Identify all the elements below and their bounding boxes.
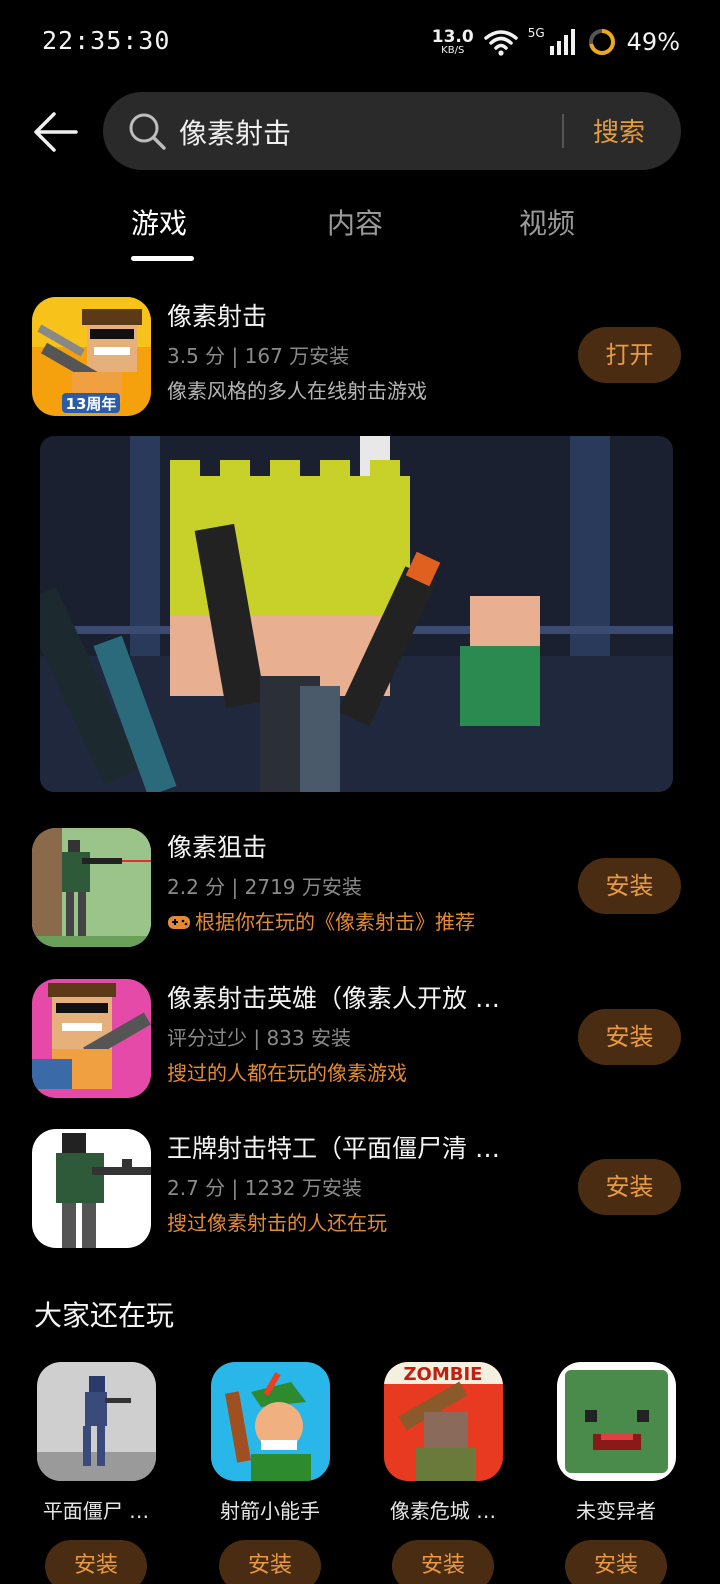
app-recommend-text: 搜过的人都在玩的像素游戏: [167, 1061, 407, 1085]
app-recommend-reason: 根据你在玩的《像素射击》推荐: [167, 906, 475, 935]
app-description: 像素风格的多人在线射击游戏: [167, 379, 427, 403]
app-icon-pixel-gun: 13周年: [32, 297, 151, 416]
search-divider: [562, 114, 564, 148]
install-button[interactable]: 安装: [219, 1540, 321, 1584]
app-icon-ace-shooter: [32, 1129, 151, 1248]
tab-games[interactable]: 游戏: [131, 202, 187, 242]
tab-videos[interactable]: 视频: [519, 202, 575, 242]
install-button[interactable]: 安装: [578, 858, 681, 914]
install-button[interactable]: 安装: [578, 1159, 681, 1215]
active-tab-indicator: [131, 256, 194, 261]
section-title: 大家还在玩: [34, 1299, 175, 1332]
install-button[interactable]: 安装: [565, 1540, 667, 1584]
gamepad-icon: [168, 916, 190, 929]
rec-name: 射箭小能手: [220, 1499, 320, 1523]
icon-title-text: ZOMBIE: [403, 1364, 482, 1385]
app-meta: 3.5 分 | 167 万安装: [167, 344, 350, 368]
rec-name: 未变异者: [576, 1499, 656, 1523]
app-name: 王牌射击特工（平面僵尸清 …: [167, 1134, 500, 1163]
net-speed: 13.0 KB/S: [431, 26, 474, 56]
status-bar: 22:35:30 13.0 KB/S 5G 49%: [0, 0, 720, 84]
rec-item-unturned[interactable]: 未变异者 安装: [552, 1362, 680, 1584]
battery-percent: 49%: [626, 28, 680, 56]
net-speed-value: 13.0: [431, 26, 474, 47]
install-button[interactable]: 安装: [578, 1009, 681, 1065]
rec-name: 像素危城 …: [389, 1499, 497, 1523]
app-meta: 2.7 分 | 1232 万安装: [167, 1176, 362, 1200]
app-recommend-text: 搜过像素射击的人还在玩: [167, 1211, 387, 1235]
arrow-left-icon: [34, 112, 78, 152]
app-recommend-text: 根据你在玩的《像素射击》推荐: [195, 910, 475, 934]
install-button[interactable]: 安装: [45, 1540, 147, 1584]
status-icons: 13.0 KB/S 5G 49%: [432, 24, 680, 60]
signal-icon: [549, 29, 575, 55]
status-time: 22:35:30: [42, 26, 171, 55]
app-icon-unturned: [556, 1362, 676, 1481]
app-icon-archer: [210, 1362, 330, 1481]
install-button[interactable]: 安装: [392, 1540, 494, 1584]
icon-badge-text: 13周年: [66, 395, 117, 413]
search-bar[interactable]: 像素射击 搜索: [103, 92, 681, 170]
rec-item-pixel-city[interactable]: ZOMBIE 像素危城 … 安装: [379, 1362, 507, 1584]
search-button[interactable]: 搜索: [593, 112, 645, 149]
app-icon-pixel-city: ZOMBIE: [383, 1362, 503, 1481]
wifi-icon: [483, 30, 518, 56]
result-item-pixel-hero[interactable]: 像素射击英雄（像素人开放 … 评分过少 | 833 安装 搜过的人都在玩的像素游…: [0, 979, 720, 1103]
rec-name: 平面僵尸 …: [42, 1499, 150, 1523]
open-button[interactable]: 打开: [578, 327, 681, 383]
result-item-pixel-gun[interactable]: 13周年 像素射击 3.5 分 | 167 万安装 像素风格的多人在线射击游戏 …: [0, 297, 720, 421]
app-name: 像素狙击: [167, 833, 268, 862]
net-speed-unit: KB/S: [441, 44, 465, 56]
app-icon-pixel-sniper: [32, 828, 151, 947]
network-type: 5G: [527, 26, 545, 40]
app-icon-flat-zombie: [36, 1362, 156, 1481]
result-item-ace-shooter[interactable]: 王牌射击特工（平面僵尸清 … 2.7 分 | 1232 万安装 搜过像素射击的人…: [0, 1129, 720, 1253]
tab-content[interactable]: 内容: [327, 202, 383, 242]
result-item-pixel-sniper[interactable]: 像素狙击 2.2 分 | 2719 万安装 根据你在玩的《像素射击》推荐 安装: [0, 828, 720, 952]
app-meta: 评分过少 | 833 安装: [167, 1026, 351, 1050]
back-button[interactable]: [32, 110, 80, 154]
search-input[interactable]: 像素射击: [179, 112, 291, 152]
app-meta: 2.2 分 | 2719 万安装: [167, 875, 362, 899]
rec-item-flat-zombie[interactable]: 平面僵尸 … 安装: [32, 1362, 160, 1584]
app-icon-pixel-hero: [32, 979, 151, 1098]
game-banner-image[interactable]: [40, 436, 673, 792]
rec-item-archer[interactable]: 射箭小能手 安装: [206, 1362, 334, 1584]
app-name: 像素射击英雄（像素人开放 …: [167, 984, 500, 1013]
search-icon: [129, 113, 166, 150]
app-name: 像素射击: [167, 302, 268, 331]
battery-ring-icon: [588, 29, 615, 55]
